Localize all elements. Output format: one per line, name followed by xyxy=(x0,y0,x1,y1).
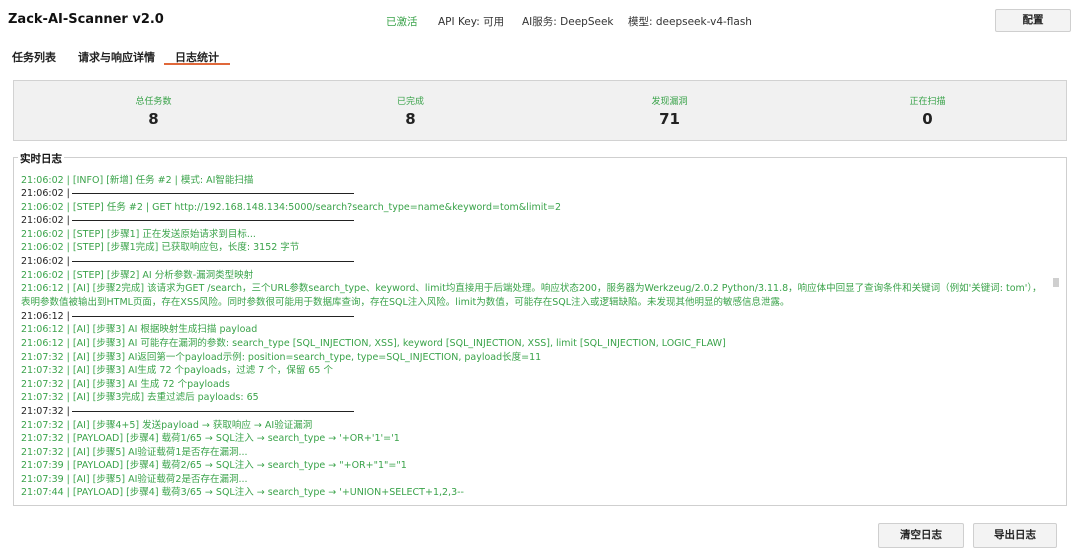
tab-bar: 任务列表 请求与响应详情 日志统计 xyxy=(0,44,1080,66)
log-line: 21:06:12 | [AI] [步骤3] AI 可能存在漏洞的参数: sear… xyxy=(21,338,726,349)
log-line: 21:06:02 | xyxy=(21,256,70,267)
separator-rule xyxy=(71,261,354,262)
log-title: 实时日志 xyxy=(18,151,64,166)
log-line: 21:07:44 | [PAYLOAD] [步骤4] 载荷3/65 → SQL注… xyxy=(21,487,464,498)
log-line: 21:07:32 | [PAYLOAD] [步骤4] 载荷1/65 → SQL注… xyxy=(21,433,400,444)
log-line: 21:07:39 | [AI] [步骤5] AI验证载荷2是否存在漏洞... xyxy=(21,474,248,485)
log-line: 21:06:02 | [STEP] [步骤1] 正在发送原始请求到目标... xyxy=(21,229,256,240)
log-separator: 21:06:02 | xyxy=(21,255,1051,269)
log-separator: 21:06:02 | xyxy=(21,214,1051,228)
separator-rule xyxy=(71,220,354,221)
log-line: 21:06:02 | [STEP] 任务 #2 | GET http://192… xyxy=(21,202,562,213)
stat-vulnerabilities: 发现漏洞 71 xyxy=(538,81,801,142)
log-line: 21:06:02 | xyxy=(21,188,70,199)
title-bar: Zack-AI-Scanner v2.0 已激活 API Key: 可用 AI服… xyxy=(0,0,1080,40)
separator-rule xyxy=(71,316,354,317)
stat-label: 发现漏洞 xyxy=(651,97,688,107)
log-area[interactable]: 21:06:02 | [INFO] [新增] 任务 #2 | 模式: AI智能扫… xyxy=(21,165,1051,501)
stats-panel: 总任务数 8 已完成 8 发现漏洞 71 正在扫描 0 xyxy=(13,80,1067,141)
log-line: 21:06:02 | [STEP] [步骤2] AI 分析参数-漏洞类型映射 xyxy=(21,270,254,281)
stat-value: 8 xyxy=(148,110,159,128)
log-line: 21:07:32 | [AI] [步骤4+5] 发送payload → 获取响应… xyxy=(21,420,313,431)
stat-completed: 已完成 8 xyxy=(279,81,542,142)
log-line: 21:07:32 | [AI] [步骤3] AI 生成 72 个payloads xyxy=(21,379,230,390)
log-line: 21:07:32 | xyxy=(21,406,70,417)
stat-value: 8 xyxy=(405,110,416,128)
log-line: 21:07:32 | [AI] [步骤3完成] 去重过滤后 payloads: … xyxy=(21,392,259,403)
log-line: 21:07:39 | [PAYLOAD] [步骤4] 载荷2/65 → SQL注… xyxy=(21,460,407,471)
clear-log-button[interactable]: 清空日志 xyxy=(878,523,964,548)
model-status: 模型: deepseek-v4-flash xyxy=(628,16,752,28)
log-separator: 21:07:32 | xyxy=(21,405,1051,419)
separator-rule xyxy=(71,411,354,412)
stat-total-tasks: 总任务数 8 xyxy=(22,81,285,142)
log-line: 21:07:32 | [AI] [步骤5] AI验证载荷1是否存在漏洞... xyxy=(21,447,248,458)
stat-label: 总任务数 xyxy=(135,97,172,107)
tab-log-stats[interactable]: 日志统计 xyxy=(164,44,230,65)
log-line: 21:06:12 | [AI] [步骤3] AI 根据映射生成扫描 payloa… xyxy=(21,324,258,335)
log-separator: 21:06:02 | xyxy=(21,187,1051,201)
stat-value: 0 xyxy=(922,110,933,128)
activation-status: 已激活 xyxy=(386,16,418,28)
log-line: 21:06:02 | [STEP] [步骤1完成] 已获取响应包，长度: 315… xyxy=(21,242,300,253)
stat-label: 正在扫描 xyxy=(909,97,946,107)
log-line: 21:07:32 | [AI] [步骤3] AI返回第一个payload示例: … xyxy=(21,352,542,363)
stat-label: 已完成 xyxy=(396,97,424,107)
api-key-status: API Key: 可用 xyxy=(438,16,505,28)
stat-value: 71 xyxy=(659,110,680,128)
tab-task-list[interactable]: 任务列表 xyxy=(12,49,56,65)
log-line: 21:06:02 | xyxy=(21,215,70,226)
separator-rule xyxy=(71,193,354,194)
log-scrollbar-thumb[interactable] xyxy=(1053,278,1059,287)
config-button[interactable]: 配置 xyxy=(995,9,1071,32)
log-line: 21:07:32 | [AI] [步骤3] AI生成 72 个payloads，… xyxy=(21,365,333,376)
ai-service-status: AI服务: DeepSeek xyxy=(522,16,614,28)
app-title: Zack-AI-Scanner v2.0 xyxy=(8,12,164,27)
log-line: 21:06:12 | xyxy=(21,311,70,322)
log-separator: 21:06:12 | xyxy=(21,310,1051,324)
export-log-button[interactable]: 导出日志 xyxy=(973,523,1057,548)
log-line: 21:06:02 | [INFO] [新增] 任务 #2 | 模式: AI智能扫… xyxy=(21,175,254,186)
tab-request-response[interactable]: 请求与响应详情 xyxy=(78,49,155,65)
log-line: 21:06:12 | [AI] [步骤2完成] 该请求为GET /search，… xyxy=(21,283,1042,308)
stat-scanning: 正在扫描 0 xyxy=(796,81,1059,142)
